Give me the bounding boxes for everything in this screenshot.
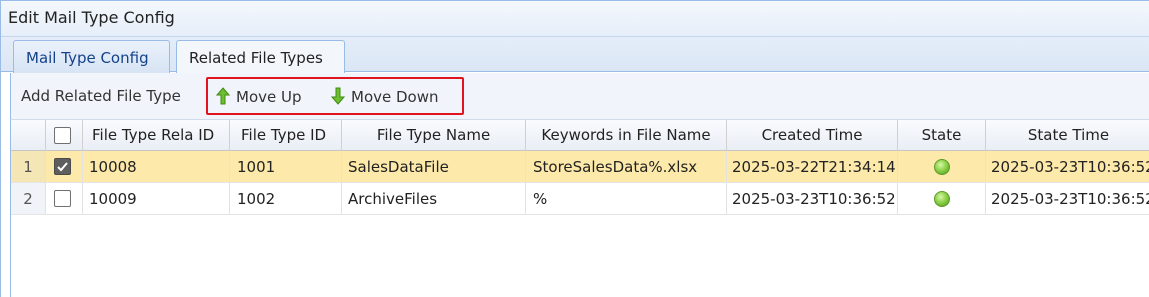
row-number: 2 [11,183,46,214]
cell-rela-id: 10008 [83,151,230,182]
move-up-button[interactable]: Move Up [216,87,302,106]
edit-mail-type-config-window: Edit Mail Type Config Mail Type Config R… [0,0,1149,297]
row-select-cell [46,183,83,214]
cell-file-type-id: 1001 [230,151,342,182]
cell-state [898,183,986,214]
cell-created-time: 2025-03-22T21:34:14 [727,151,898,182]
move-down-button[interactable]: Move Down [331,87,439,106]
tab-mail-type-config[interactable]: Mail Type Config [13,40,170,73]
grid-header: File Type Rela ID File Type ID File Type… [11,120,1149,151]
window-title: Edit Mail Type Config [1,1,1149,36]
related-file-types-grid: File Type Rela ID File Type ID File Type… [10,120,1149,297]
row-checkbox[interactable] [54,158,71,175]
cell-state-time: 2025-03-23T10:36:52 [991,190,1149,208]
cell-state-time: 2025-03-23T10:36:52 [991,158,1149,176]
green-dot-icon [934,191,950,207]
toolbar: Add Related File Type Move Up Move Down [10,73,1149,120]
column-header-keywords[interactable]: Keywords in File Name [526,120,727,151]
column-header-file-type-name[interactable]: File Type Name [342,120,526,151]
select-all-header [46,120,83,151]
select-all-checkbox[interactable] [54,127,71,144]
cell-keywords: StoreSalesData%.xlsx [526,151,727,182]
table-row[interactable]: 2 10009 1002 ArchiveFiles % 2025-03-23T1… [11,183,1149,215]
column-header-rela-id[interactable]: File Type Rela ID [83,120,230,151]
arrow-up-icon [216,87,230,105]
row-select-cell [46,151,83,182]
column-header-file-type-id[interactable]: File Type ID [230,120,342,151]
cell-file-type-name: SalesDataFile [342,151,526,182]
row-number: 1 [11,151,46,182]
cell-file-type-name: ArchiveFiles [342,183,526,214]
cell-rela-id: 10009 [83,183,230,214]
add-related-file-type-button[interactable]: Add Related File Type [21,87,181,105]
tab-strip: Mail Type Config Related File Types [1,36,1149,74]
cell-keywords: % [526,183,727,214]
row-checkbox[interactable] [54,190,71,207]
column-header-created-time[interactable]: Created Time [727,120,898,151]
arrow-down-icon [331,87,345,105]
green-dot-icon [934,159,950,175]
move-up-label: Move Up [236,88,302,106]
tab-related-file-types[interactable]: Related File Types [176,40,345,74]
column-header-state-time[interactable]: State Time [986,120,1149,151]
checkmark-icon [57,162,68,172]
rownum-header [11,120,46,151]
table-row[interactable]: 1 10008 1001 SalesDataFile StoreSalesDat… [11,151,1149,183]
cell-created-time: 2025-03-23T10:36:52 [727,183,898,214]
column-header-state[interactable]: State [898,120,986,151]
cell-file-type-id: 1002 [230,183,342,214]
cell-state [898,151,986,182]
move-down-label: Move Down [351,88,439,106]
